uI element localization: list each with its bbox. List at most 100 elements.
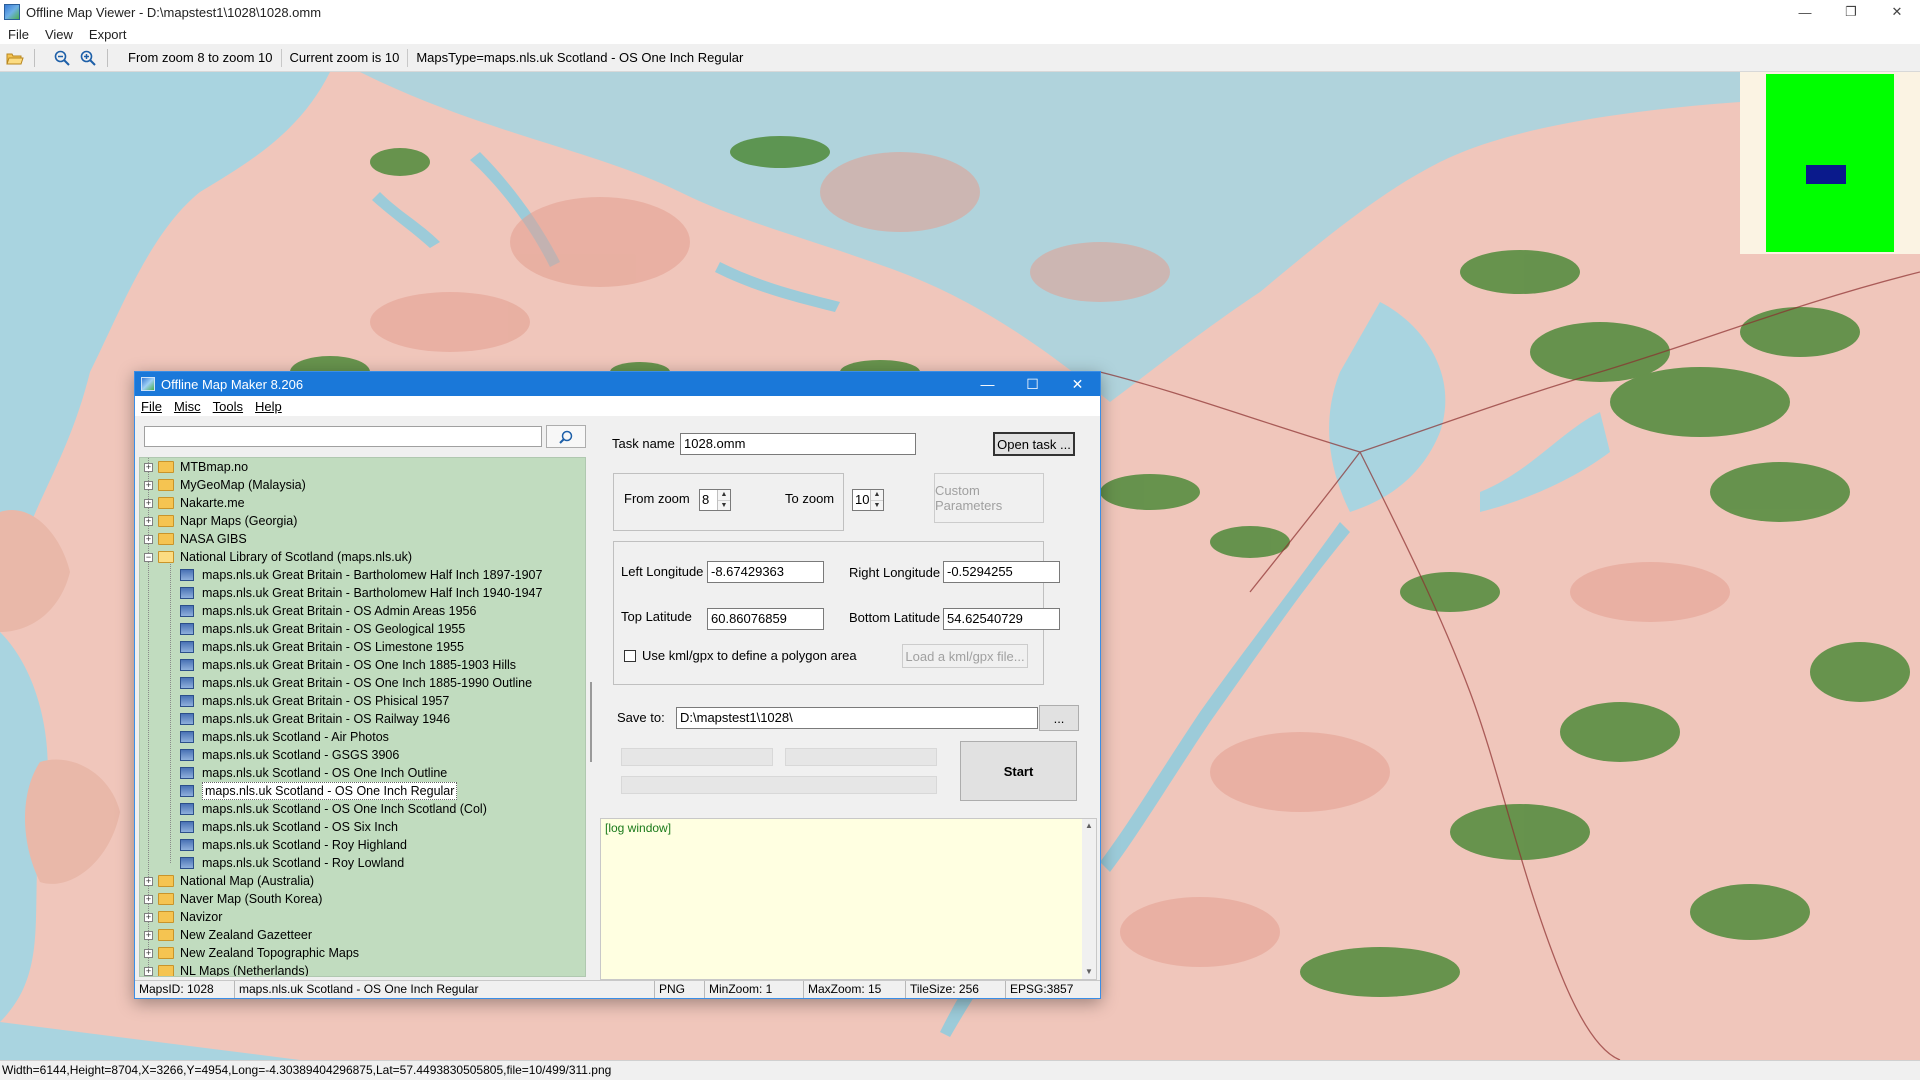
expand-icon[interactable]: + xyxy=(144,877,153,886)
tree-map-item[interactable]: maps.nls.uk Scotland - Roy Highland xyxy=(140,836,585,854)
expand-icon[interactable]: + xyxy=(144,895,153,904)
save-to-input[interactable]: D:\mapstest1\1028\ xyxy=(676,707,1038,729)
zoom-in-icon[interactable] xyxy=(77,47,99,69)
tree-map-item[interactable]: maps.nls.uk Scotland - OS Six Inch xyxy=(140,818,585,836)
tree-folder[interactable]: + Nakarte.me xyxy=(140,494,585,512)
tree-folder[interactable]: + NL Maps (Netherlands) xyxy=(140,962,585,976)
expand-icon[interactable]: + xyxy=(144,949,153,958)
folder-icon xyxy=(158,965,174,976)
tree-folder-open[interactable]: − National Library of Scotland (maps.nls.… xyxy=(140,548,585,566)
restore-icon[interactable]: ❐ xyxy=(1828,0,1874,24)
dialog-close-icon[interactable]: ✕ xyxy=(1055,372,1100,396)
tree-folder[interactable]: + Navizor xyxy=(140,908,585,926)
map-search-input[interactable] xyxy=(144,426,542,447)
expand-icon[interactable]: + xyxy=(144,499,153,508)
close-icon[interactable]: ✕ xyxy=(1874,0,1920,24)
spin-down-icon[interactable]: ▼ xyxy=(718,499,730,510)
search-icon xyxy=(559,430,573,444)
tree-folder[interactable]: + NASA GIBS xyxy=(140,530,585,548)
zoom-out-icon[interactable] xyxy=(51,47,73,69)
tree-map-item[interactable]: maps.nls.uk Great Britain - OS Limestone… xyxy=(140,638,585,656)
tree-map-item[interactable]: maps.nls.uk Great Britain - Bartholomew … xyxy=(140,566,585,584)
spinner-arrows[interactable]: ▲ ▼ xyxy=(717,490,730,510)
folder-icon xyxy=(158,497,174,509)
tree-folder[interactable]: + Naver Map (South Korea) xyxy=(140,890,585,908)
from-zoom-value: 8 xyxy=(702,492,710,507)
expand-icon[interactable]: + xyxy=(144,931,153,940)
folder-icon xyxy=(158,929,174,941)
load-kml-button[interactable]: Load a kml/gpx file... xyxy=(902,644,1028,668)
tree-map-item[interactable]: maps.nls.uk Scotland - Roy Lowland xyxy=(140,854,585,872)
tree-folder[interactable]: + Napr Maps (Georgia) xyxy=(140,512,585,530)
tree-map-item[interactable]: maps.nls.uk Scotland - OS One Inch Outli… xyxy=(140,764,585,782)
menu-export[interactable]: Export xyxy=(81,27,135,42)
viewer-title: Offline Map Viewer - D:\mapstest1\1028\1… xyxy=(26,4,322,20)
tree-map-item[interactable]: maps.nls.uk Scotland - OS One Inch Scotl… xyxy=(140,800,585,818)
status-min-zoom: MinZoom: 1 xyxy=(705,981,804,998)
top-latitude-input[interactable]: 60.86076859 xyxy=(707,608,824,630)
kml-polygon-checkbox[interactable] xyxy=(624,650,636,662)
log-window[interactable]: [log window] ▲ ▼ xyxy=(600,818,1097,980)
dialog-titlebar: Offline Map Maker 8.206 — ☐ ✕ xyxy=(135,372,1100,396)
right-longitude-input[interactable]: -0.5294255 xyxy=(943,561,1060,583)
dialog-menu-misc[interactable]: Misc xyxy=(168,399,207,414)
expand-icon[interactable]: + xyxy=(144,463,153,472)
bottom-latitude-input[interactable]: 54.62540729 xyxy=(943,608,1060,630)
tree-map-item[interactable]: maps.nls.uk Scotland - Air Photos xyxy=(140,728,585,746)
dialog-minimize-icon[interactable]: — xyxy=(965,372,1010,396)
menu-view[interactable]: View xyxy=(37,27,81,42)
scroll-up-icon[interactable]: ▲ xyxy=(1082,819,1096,833)
overview-minimap[interactable] xyxy=(1740,72,1920,254)
log-scrollbar[interactable]: ▲ ▼ xyxy=(1082,819,1096,979)
tree-map-item[interactable]: maps.nls.uk Great Britain - OS Admin Are… xyxy=(140,602,585,620)
expand-icon[interactable]: + xyxy=(144,967,153,976)
to-zoom-spinner[interactable]: 10 ▲ ▼ xyxy=(852,489,884,511)
expand-icon[interactable]: + xyxy=(144,913,153,922)
task-name-input[interactable]: 1028.omm xyxy=(680,433,916,455)
expand-icon[interactable]: + xyxy=(144,535,153,544)
search-button[interactable] xyxy=(546,425,586,448)
expand-icon[interactable]: + xyxy=(144,517,153,526)
dialog-menu-file[interactable]: File xyxy=(135,399,168,414)
tree-map-item[interactable]: maps.nls.uk Great Britain - OS One Inch … xyxy=(140,674,585,692)
open-folder-icon[interactable] xyxy=(4,47,26,69)
menu-file[interactable]: File xyxy=(0,27,37,42)
current-zoom-text: Current zoom is 10 xyxy=(282,48,409,67)
tree-map-item[interactable]: maps.nls.uk Great Britain - OS Railway 1… xyxy=(140,710,585,728)
tree-map-item[interactable]: maps.nls.uk Great Britain - OS One Inch … xyxy=(140,656,585,674)
dialog-maximize-icon[interactable]: ☐ xyxy=(1010,372,1055,396)
tree-map-item[interactable]: maps.nls.uk Scotland - GSGS 3906 xyxy=(140,746,585,764)
overview-viewport-marker[interactable] xyxy=(1806,165,1846,184)
tree-map-item[interactable]: maps.nls.uk Great Britain - OS Geologica… xyxy=(140,620,585,638)
panel-splitter[interactable] xyxy=(590,682,592,762)
tree-folder[interactable]: + MyGeoMap (Malaysia) xyxy=(140,476,585,494)
tree-map-item[interactable]: maps.nls.uk Great Britain - OS Phisical … xyxy=(140,692,585,710)
open-task-button[interactable]: Open task ... xyxy=(993,432,1075,456)
left-longitude-input[interactable]: -8.67429363 xyxy=(707,561,824,583)
start-button[interactable]: Start xyxy=(960,741,1077,801)
browse-folder-button[interactable]: ... xyxy=(1039,705,1079,731)
spin-down-icon[interactable]: ▼ xyxy=(871,499,883,510)
map-layer-icon xyxy=(180,857,194,869)
tree-folder[interactable]: + MTBmap.no xyxy=(140,458,585,476)
spin-up-icon[interactable]: ▲ xyxy=(871,490,883,500)
spin-up-icon[interactable]: ▲ xyxy=(718,490,730,500)
folder-icon xyxy=(158,911,174,923)
dialog-menu-tools[interactable]: Tools xyxy=(207,399,249,414)
expand-icon[interactable]: + xyxy=(144,481,153,490)
tree-item-label: maps.nls.uk Scotland - OS One Inch Scotl… xyxy=(202,802,487,816)
tree-folder[interactable]: + New Zealand Topographic Maps xyxy=(140,944,585,962)
maps-tree[interactable]: + MTBmap.no + MyGeoMap (Malaysia) + Nakarte… xyxy=(139,457,586,977)
tree-folder[interactable]: + New Zealand Gazetteer xyxy=(140,926,585,944)
from-zoom-spinner[interactable]: 8 ▲ ▼ xyxy=(699,489,731,511)
scroll-down-icon[interactable]: ▼ xyxy=(1082,965,1096,979)
tree-folder[interactable]: + National Map (Australia) xyxy=(140,872,585,890)
minimize-icon[interactable]: — xyxy=(1782,0,1828,24)
collapse-icon[interactable]: − xyxy=(144,553,153,562)
dialog-menu-help[interactable]: Help xyxy=(249,399,288,414)
tree-map-item-selected[interactable]: maps.nls.uk Scotland - OS One Inch Regul… xyxy=(140,782,585,800)
spinner-arrows[interactable]: ▲ ▼ xyxy=(870,490,883,510)
tree-item-label: maps.nls.uk Scotland - GSGS 3906 xyxy=(202,748,400,762)
tree-map-item[interactable]: maps.nls.uk Great Britain - Bartholomew … xyxy=(140,584,585,602)
custom-parameters-button[interactable]: Custom Parameters xyxy=(934,473,1044,523)
